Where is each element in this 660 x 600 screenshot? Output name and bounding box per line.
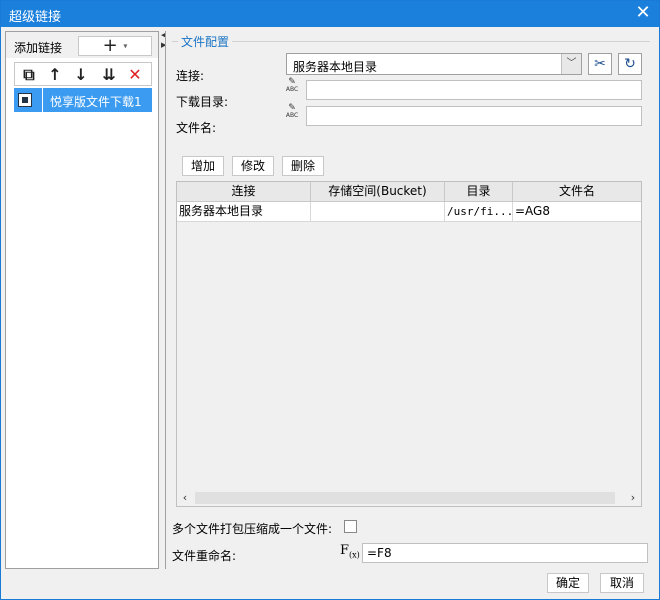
horizontal-scrollbar[interactable]: ‹ › <box>177 490 641 506</box>
add-link-button[interactable]: + ▾ <box>78 36 152 56</box>
file-config-panel: 文件配置 连接: 服务器本地目录 ﹀ ✂ ↻ 下载目录: ✎ ABC 文件名: ✎… <box>165 31 655 569</box>
link-toolbar: ⧉ ↑ ↓ ⇊ ✕ <box>14 62 152 86</box>
scroll-left-icon[interactable]: ‹ <box>177 490 193 506</box>
connection-select[interactable]: 服务器本地目录 ﹀ <box>286 53 582 75</box>
download-dir-label: 下载目录: <box>176 95 229 109</box>
section-title: 文件配置 <box>178 33 233 50</box>
link-list-panel: 添加链接 + ▾ ⧉ ↑ ↓ ⇊ ✕ 悦享版文件下载1 <box>5 31 159 569</box>
file-config-section: 文件配置 连接: 服务器本地目录 ﹀ ✂ ↻ 下载目录: ✎ ABC 文件名: ✎… <box>172 33 650 141</box>
file-name-label: 文件名: <box>176 121 217 135</box>
move-up-icon[interactable]: ↑ <box>45 65 65 85</box>
chevron-down-icon[interactable]: ﹀ <box>561 54 581 74</box>
cancel-button[interactable]: 取消 <box>600 573 644 593</box>
table-cell: 服务器本地目录 <box>177 202 311 222</box>
connection-select-value: 服务器本地目录 <box>293 60 378 74</box>
table-row[interactable]: 服务器本地目录 /usr/fi... =AG8 <box>177 202 641 222</box>
text-format-icon[interactable]: ✎ ABC <box>282 78 302 97</box>
column-header[interactable]: 连接 <box>177 182 311 202</box>
zip-checkbox[interactable] <box>344 520 357 533</box>
item-divider <box>42 88 43 112</box>
column-header[interactable]: 目录 <box>445 182 513 202</box>
dialog-footer: 确定 取消 <box>1 569 659 599</box>
sort-icon[interactable]: ⇊ <box>99 65 119 85</box>
table-cell: =AG8 <box>515 204 550 218</box>
title-bar: 超级链接 ✕ <box>1 1 659 27</box>
rename-input[interactable]: =F8 <box>362 543 648 563</box>
hyperlink-dialog: 超级链接 ✕ 添加链接 + ▾ ⧉ ↑ ↓ ⇊ ✕ 悦享版文件下载1 ◀ ▶ 文… <box>0 0 660 600</box>
column-header[interactable]: 文件名 <box>513 182 641 202</box>
add-link-row: 添加链接 + ▾ <box>6 32 158 58</box>
link-list: 悦享版文件下载1 <box>14 88 152 112</box>
scroll-right-icon[interactable]: › <box>625 490 641 506</box>
close-icon[interactable]: ✕ <box>633 3 653 23</box>
zip-label: 多个文件打包压缩成一个文件: <box>172 522 333 536</box>
text-format-icon[interactable]: ✎ ABC <box>282 104 302 123</box>
link-type-icon <box>18 93 32 107</box>
copy-icon[interactable]: ⧉ <box>19 65 39 85</box>
table-cell: /usr/fi... <box>445 202 513 222</box>
plus-icon: + <box>102 35 118 56</box>
rename-label: 文件重命名: <box>172 549 237 563</box>
refresh-icon[interactable]: ↻ <box>618 53 642 75</box>
edit-button[interactable]: 修改 <box>232 156 274 176</box>
delete-icon[interactable]: ✕ <box>125 65 145 85</box>
dialog-title: 超级链接 <box>9 10 62 25</box>
chevron-down-icon: ▾ <box>123 41 128 51</box>
ok-button[interactable]: 确定 <box>547 573 589 593</box>
list-item[interactable]: 悦享版文件下载1 <box>14 88 152 112</box>
file-name-input[interactable] <box>306 106 642 126</box>
add-link-label: 添加链接 <box>14 41 63 55</box>
formula-icon[interactable]: F(x) <box>340 543 360 560</box>
download-dir-input[interactable] <box>306 80 642 100</box>
table-cell <box>311 202 445 222</box>
delete-button[interactable]: 删除 <box>282 156 324 176</box>
link-item-label: 悦享版文件下载1 <box>50 95 142 109</box>
scroll-thumb[interactable] <box>195 492 615 504</box>
tools-icon[interactable]: ✂ <box>588 53 612 75</box>
column-header[interactable]: 存储空间(Bucket) <box>311 182 445 202</box>
table-header: 连接 存储空间(Bucket) 目录 文件名 <box>177 182 641 202</box>
file-table: 连接 存储空间(Bucket) 目录 文件名 服务器本地目录 /usr/fi..… <box>176 181 642 507</box>
connection-label: 连接: <box>176 69 205 83</box>
move-down-icon[interactable]: ↓ <box>71 65 91 85</box>
add-button[interactable]: 增加 <box>182 156 224 176</box>
